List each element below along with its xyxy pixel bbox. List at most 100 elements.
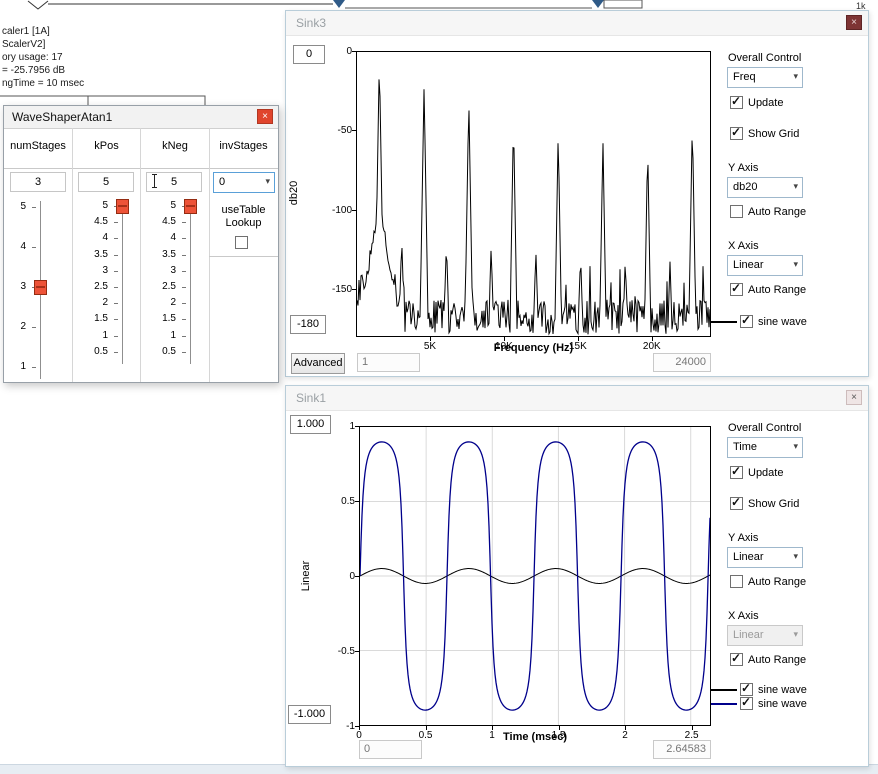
y-axis-tick-label: -100 xyxy=(310,205,352,216)
y-axis-section-label: Y Axis xyxy=(728,162,758,174)
x-axis-tick-label: 20K xyxy=(637,341,667,352)
slider-tick-label: 1.5 xyxy=(150,314,176,324)
y-axis-title: Linear xyxy=(300,556,312,596)
sink3-titlebar[interactable]: Sink3 × xyxy=(286,11,868,36)
overall-control-dropdown[interactable]: Freq ▾ xyxy=(727,67,803,88)
slider-tick-label: 2 xyxy=(150,298,176,308)
connector-arrow xyxy=(28,1,48,9)
close-button[interactable]: × xyxy=(846,390,862,405)
y-auto-range-checkbox[interactable]: Auto Range xyxy=(730,575,806,588)
y-axis-tick xyxy=(352,289,356,290)
update-checkbox[interactable]: ✓ Update xyxy=(730,96,783,109)
slider-tick-label: 4.5 xyxy=(150,217,176,227)
kpos-slider-handle[interactable] xyxy=(116,199,129,214)
use-table-label-line1: useTable xyxy=(209,204,278,216)
check-icon: ✓ xyxy=(731,281,741,295)
chevron-down-icon: ▾ xyxy=(793,551,798,562)
slider-tick-label: 1 xyxy=(82,331,108,341)
y-axis-tick xyxy=(352,210,356,211)
slider-tick-label: 2 xyxy=(82,298,108,308)
kneg-slider-handle[interactable] xyxy=(184,199,197,214)
advanced-button[interactable]: Advanced xyxy=(291,353,345,374)
waveshaper-window: WaveShaperAtan1 × numStages kPos kNeg in… xyxy=(3,105,279,383)
slider-tick-mark xyxy=(114,222,118,223)
use-table-label-line2: Lookup xyxy=(209,217,278,229)
slider-tick-mark xyxy=(114,271,118,272)
legend-line xyxy=(711,703,737,705)
update-checkbox[interactable]: ✓ Update xyxy=(730,466,783,479)
legend-sine-wave-2-checkbox[interactable]: ✓ sine wave xyxy=(740,697,807,710)
slider-tick-mark xyxy=(114,238,118,239)
x-axis-tick-label: 1.5 xyxy=(544,730,574,741)
y-auto-range-checkbox[interactable]: Auto Range xyxy=(730,205,806,218)
close-button[interactable]: × xyxy=(846,15,862,30)
invstages-dropdown[interactable]: 0 ▾ xyxy=(213,172,275,193)
x-min-field[interactable]: 1 xyxy=(357,353,420,372)
check-icon: ✓ xyxy=(731,464,741,478)
slider-tick-mark xyxy=(182,238,186,239)
overall-control-dropdown[interactable]: Time ▾ xyxy=(727,437,803,458)
legend-sine-wave-checkbox[interactable]: ✓ sine wave xyxy=(740,315,807,328)
y-axis-tick-label: 1 xyxy=(313,421,355,432)
slider-tick-mark xyxy=(114,255,118,256)
close-icon: × xyxy=(262,111,268,122)
x-max-field[interactable]: 2.64583 xyxy=(653,740,711,759)
use-table-checkbox[interactable] xyxy=(235,236,248,249)
close-button[interactable]: × xyxy=(257,109,273,124)
x-axis-dropdown[interactable]: Linear ▾ xyxy=(727,255,803,276)
y-axis-tick-label: 0 xyxy=(310,46,352,57)
chevron-down-icon: ▾ xyxy=(793,629,798,640)
x-auto-range-checkbox[interactable]: ✓ Auto Range xyxy=(730,653,806,666)
kpos-value-field[interactable]: 5 xyxy=(78,172,134,192)
kneg-slider-track[interactable] xyxy=(190,200,191,364)
slider-tick-label: 4 xyxy=(82,233,108,243)
cell-divider xyxy=(209,256,278,257)
y-axis-tick xyxy=(355,651,359,652)
x-auto-range-checkbox[interactable]: ✓ Auto Range xyxy=(730,283,806,296)
waveform-path xyxy=(357,79,710,334)
column-header-numstages: numStages xyxy=(4,140,72,152)
overall-control-label: Overall Control xyxy=(728,52,801,64)
y-min-field[interactable]: -180 xyxy=(290,315,326,334)
slider-tick-mark xyxy=(32,367,36,368)
show-grid-checkbox[interactable]: ✓ Show Grid xyxy=(730,497,799,510)
x-min-field[interactable]: 0 xyxy=(359,740,422,759)
sink1-titlebar[interactable]: Sink1 × xyxy=(286,386,868,411)
slider-tick-mark xyxy=(114,336,118,337)
slider-tick-label: 2.5 xyxy=(150,282,176,292)
dropdown-value: Linear xyxy=(733,629,764,641)
legend-line xyxy=(711,689,737,691)
slider-tick-mark xyxy=(114,319,118,320)
column-header-invstages: invStages xyxy=(209,140,278,152)
x-axis-tick xyxy=(625,726,626,730)
x-axis-tick xyxy=(692,726,693,730)
slider-tick-mark xyxy=(114,352,118,353)
checkbox-box: ✓ xyxy=(730,497,743,510)
chevron-down-icon: ▾ xyxy=(793,441,798,452)
numstages-slider-handle[interactable] xyxy=(34,280,47,295)
y-axis-tick xyxy=(352,130,356,131)
show-grid-checkbox[interactable]: ✓ Show Grid xyxy=(730,127,799,140)
checkbox-box: ✓ xyxy=(730,653,743,666)
check-icon: ✓ xyxy=(731,651,741,665)
x-axis-section-label: X Axis xyxy=(728,610,759,622)
x-axis-tick-label: 5K xyxy=(415,341,445,352)
x-axis-tick xyxy=(559,726,560,730)
slider-tick-mark xyxy=(114,287,118,288)
kpos-slider-track[interactable] xyxy=(122,200,123,364)
slider-tick-label: 3.5 xyxy=(150,250,176,260)
spectrum-plot xyxy=(356,51,711,337)
y-axis-dropdown[interactable]: db20 ▾ xyxy=(727,177,803,198)
slider-tick-label: 4 xyxy=(150,233,176,243)
diagram-text-fragment: ngTime = 10 msec xyxy=(2,78,84,89)
numstages-value-field[interactable]: 3 xyxy=(10,172,66,192)
x-axis-tick-label: 10K xyxy=(489,341,519,352)
x-max-field[interactable]: 24000 xyxy=(653,353,711,372)
connector-triangle xyxy=(333,0,345,8)
slider-tick-mark xyxy=(32,327,36,328)
y-axis-dropdown[interactable]: Linear ▾ xyxy=(727,547,803,568)
diagram-text-fragment: = -25.7956 dB xyxy=(2,65,65,76)
waveshaper-titlebar[interactable]: WaveShaperAtan1 × xyxy=(4,106,278,129)
window-title: Sink1 xyxy=(296,391,326,405)
dropdown-value: Linear xyxy=(733,259,764,271)
